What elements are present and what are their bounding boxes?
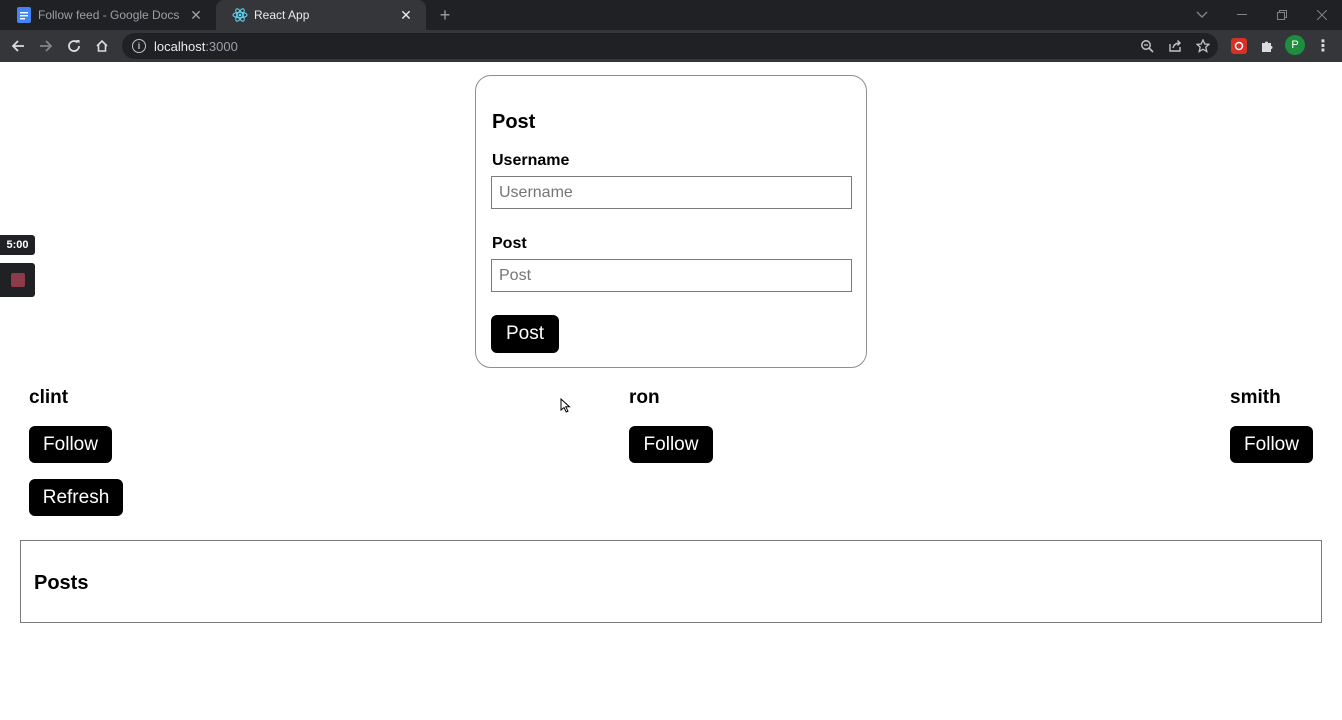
profile-avatar[interactable]: P (1285, 35, 1305, 55)
post-form-heading: Post (492, 111, 536, 133)
tab-react-app[interactable]: React App ✕ (216, 0, 426, 30)
browser-toolbar: i localhost:3000 P ⋮ (0, 30, 1342, 62)
tab-search-chevron-icon[interactable] (1182, 0, 1222, 30)
react-icon (232, 7, 248, 23)
reload-icon[interactable] (62, 34, 86, 58)
close-icon[interactable]: ✕ (398, 7, 414, 23)
refresh-button[interactable]: Refresh (29, 479, 123, 516)
minimize-icon[interactable] (1222, 0, 1262, 30)
zoom-icon[interactable] (1138, 37, 1156, 55)
mouse-cursor-icon (560, 398, 571, 413)
site-info-icon[interactable]: i (132, 39, 146, 53)
bookmark-star-icon[interactable] (1194, 37, 1212, 55)
window-close-icon[interactable] (1302, 0, 1342, 30)
recording-timer: 5:00 (0, 235, 35, 255)
browser-tabstrip: Follow feed - Google Docs ✕ React App ✕ … (0, 0, 1342, 30)
address-bar[interactable]: i localhost:3000 (122, 33, 1218, 59)
post-label: Post (492, 235, 527, 252)
stop-icon (10, 273, 25, 287)
username-label: Username (492, 152, 570, 169)
user-name-clint: clint (29, 387, 69, 408)
user-name-smith: smith (1230, 387, 1281, 408)
follow-button-smith[interactable]: Follow (1230, 426, 1313, 463)
user-name-ron: ron (629, 387, 660, 408)
back-arrow-icon[interactable] (6, 34, 30, 58)
new-tab-icon[interactable]: + (434, 4, 456, 26)
page-content: Post Username Post Post clint Follow Ref… (0, 62, 1342, 720)
google-docs-icon (16, 7, 32, 23)
more-menu-icon[interactable]: ⋮ (1313, 34, 1333, 58)
tab-title: React App (254, 8, 310, 22)
follow-button-clint[interactable]: Follow (29, 426, 112, 463)
follow-button-ron[interactable]: Follow (629, 426, 713, 463)
post-form-card: Post Username Post Post (475, 75, 867, 368)
screen-recorder-extension-icon[interactable] (1228, 35, 1250, 57)
posts-container: Posts (20, 540, 1322, 623)
post-input[interactable] (491, 259, 852, 292)
tab-title: Follow feed - Google Docs (38, 8, 180, 22)
submit-post-button[interactable]: Post (491, 315, 559, 353)
extensions-puzzle-icon[interactable] (1256, 35, 1278, 57)
home-icon[interactable] (90, 34, 114, 58)
close-icon[interactable]: ✕ (188, 7, 204, 23)
stop-recording-button[interactable] (0, 263, 35, 297)
forward-arrow-icon[interactable] (34, 34, 58, 58)
share-icon[interactable] (1166, 37, 1184, 55)
posts-heading: Posts (34, 572, 89, 594)
username-input[interactable] (491, 176, 852, 209)
restore-icon[interactable] (1262, 0, 1302, 30)
tab-google-docs[interactable]: Follow feed - Google Docs ✕ (0, 0, 216, 30)
url-text: localhost:3000 (154, 38, 238, 54)
